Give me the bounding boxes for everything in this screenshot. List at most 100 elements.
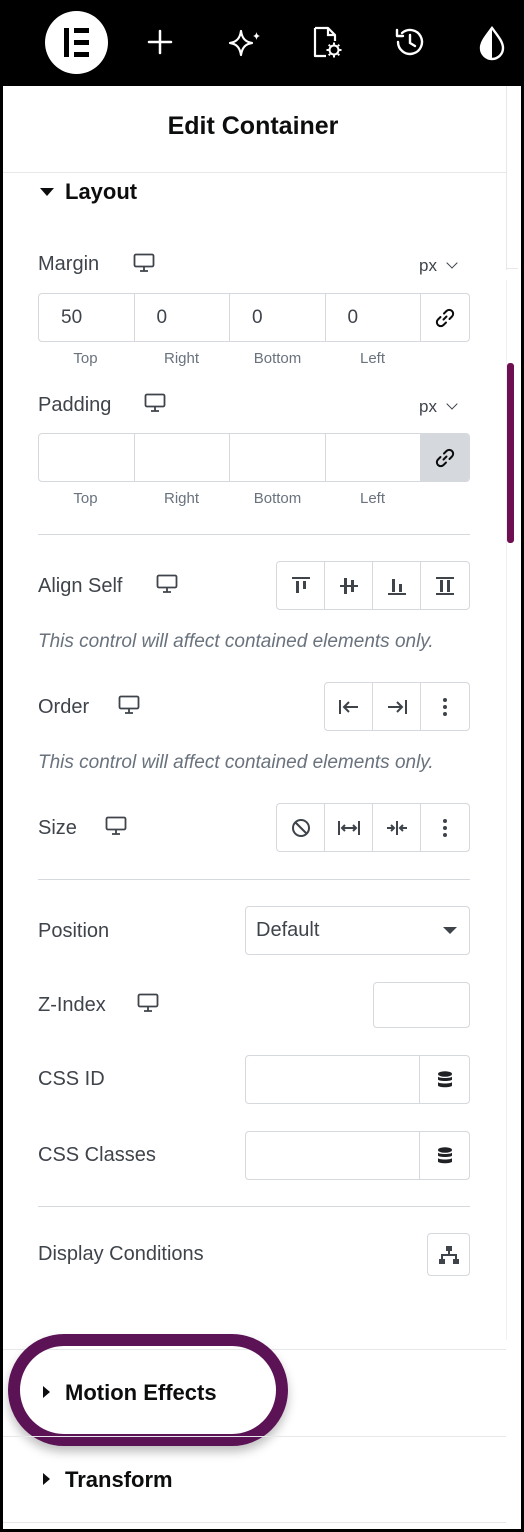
css-classes-control — [245, 1131, 470, 1180]
more-vertical-icon — [443, 697, 447, 716]
sparkle-icon[interactable] — [224, 22, 264, 62]
css-classes-label: CSS Classes — [38, 1144, 156, 1166]
css-id-label: CSS ID — [38, 1068, 105, 1090]
section-divider — [38, 534, 470, 535]
section-divider — [3, 1522, 506, 1523]
page-settings-icon[interactable] — [306, 22, 346, 62]
order-first-button[interactable] — [325, 683, 373, 730]
align-self-label: Align Self — [38, 575, 123, 597]
desktop-icon[interactable] — [118, 695, 140, 715]
section-divider — [38, 879, 470, 880]
order-label: Order — [38, 696, 90, 718]
padding-label: Padding — [38, 394, 112, 416]
section-divider — [38, 1206, 470, 1207]
margin-link-button[interactable] — [421, 294, 469, 341]
order-last-button[interactable] — [373, 683, 421, 730]
dynamic-tags-button[interactable] — [420, 1132, 469, 1179]
display-conditions-label: Display Conditions — [38, 1243, 204, 1265]
desktop-icon[interactable] — [105, 816, 127, 836]
display-conditions-button[interactable] — [427, 1233, 470, 1276]
padding-left-input[interactable] — [326, 434, 421, 481]
size-shrink-button[interactable] — [373, 804, 421, 851]
caret-down-icon — [443, 927, 457, 934]
css-classes-input[interactable] — [246, 1132, 420, 1179]
padding-left-caption: Left — [359, 490, 386, 507]
size-label: Size — [38, 817, 77, 839]
padding-top-caption: Top — [73, 490, 98, 507]
size-buttons — [276, 803, 470, 852]
align-center-button[interactable] — [325, 562, 373, 609]
order-more-button[interactable] — [421, 683, 469, 730]
padding-inputs — [38, 433, 470, 482]
padding-unit-select[interactable]: px — [419, 397, 437, 417]
size-grow-button[interactable] — [325, 804, 373, 851]
z-index-label: Z-Index — [38, 994, 106, 1016]
margin-top-input[interactable]: 50 — [39, 294, 135, 341]
droplet-icon[interactable] — [472, 22, 512, 62]
margin-left-caption: Left — [359, 350, 386, 367]
margin-bottom-caption: Bottom — [253, 350, 302, 367]
margin-right-input[interactable]: 0 — [135, 294, 230, 341]
section-transform-title[interactable]: Transform — [65, 1467, 173, 1493]
align-start-icon — [291, 576, 310, 593]
position-label: Position — [38, 920, 110, 942]
header-divider — [3, 172, 506, 173]
shrink-icon — [386, 820, 407, 835]
link-icon — [435, 308, 455, 327]
elementor-logo-icon[interactable] — [45, 11, 108, 74]
order-first-icon — [338, 699, 358, 714]
grow-icon — [337, 820, 360, 835]
panel-edge — [506, 86, 507, 270]
margin-left-input[interactable]: 0 — [326, 294, 421, 341]
align-self-buttons — [276, 561, 470, 610]
more-vertical-icon — [443, 818, 447, 837]
desktop-icon[interactable] — [133, 253, 155, 273]
align-stretch-button[interactable] — [421, 562, 469, 609]
caret-right-icon — [43, 1473, 50, 1485]
database-icon — [437, 1146, 452, 1163]
align-end-icon — [387, 578, 406, 595]
align-center-icon — [339, 577, 358, 594]
panel-title: Edit Container — [167, 112, 339, 140]
panel-edge-tick — [506, 268, 518, 269]
margin-right-caption: Right — [163, 350, 200, 367]
order-buttons — [324, 682, 470, 731]
history-icon[interactable] — [390, 22, 430, 62]
top-toolbar — [0, 0, 524, 86]
margin-label: Margin — [38, 253, 100, 275]
margin-bottom-input[interactable]: 0 — [230, 294, 326, 341]
padding-right-caption: Right — [163, 490, 200, 507]
z-index-input[interactable] — [373, 982, 470, 1028]
padding-link-button[interactable] — [421, 434, 469, 481]
align-stretch-icon — [436, 576, 454, 595]
size-none-button[interactable] — [277, 804, 325, 851]
align-start-button[interactable] — [277, 562, 325, 609]
align-self-hint: This control will affect contained eleme… — [38, 631, 434, 652]
css-id-input[interactable] — [246, 1056, 420, 1103]
desktop-icon[interactable] — [156, 574, 178, 594]
margin-top-caption: Top — [73, 350, 98, 367]
desktop-icon[interactable] — [144, 393, 166, 413]
desktop-icon[interactable] — [137, 993, 159, 1013]
margin-inputs: 50 0 0 0 — [38, 293, 470, 342]
padding-bottom-input[interactable] — [230, 434, 326, 481]
plus-icon[interactable] — [140, 22, 180, 62]
order-hint: This control will affect contained eleme… — [38, 752, 434, 773]
margin-unit-select[interactable]: px — [419, 256, 437, 276]
order-last-icon — [387, 699, 407, 714]
padding-bottom-caption: Bottom — [253, 490, 302, 507]
size-more-button[interactable] — [421, 804, 469, 851]
align-end-button[interactable] — [373, 562, 421, 609]
link-icon — [435, 448, 455, 467]
block-icon — [291, 818, 310, 837]
scrollbar-thumb[interactable] — [507, 363, 514, 543]
sitemap-icon — [438, 1245, 459, 1264]
position-value: Default — [256, 919, 320, 941]
padding-top-input[interactable] — [39, 434, 135, 481]
highlight-annotation — [8, 1334, 288, 1446]
padding-right-input[interactable] — [135, 434, 230, 481]
position-select[interactable]: Default — [245, 906, 470, 955]
section-layout-title[interactable]: Layout — [65, 179, 137, 205]
section-divider — [3, 1436, 506, 1437]
dynamic-tags-button[interactable] — [420, 1056, 469, 1103]
